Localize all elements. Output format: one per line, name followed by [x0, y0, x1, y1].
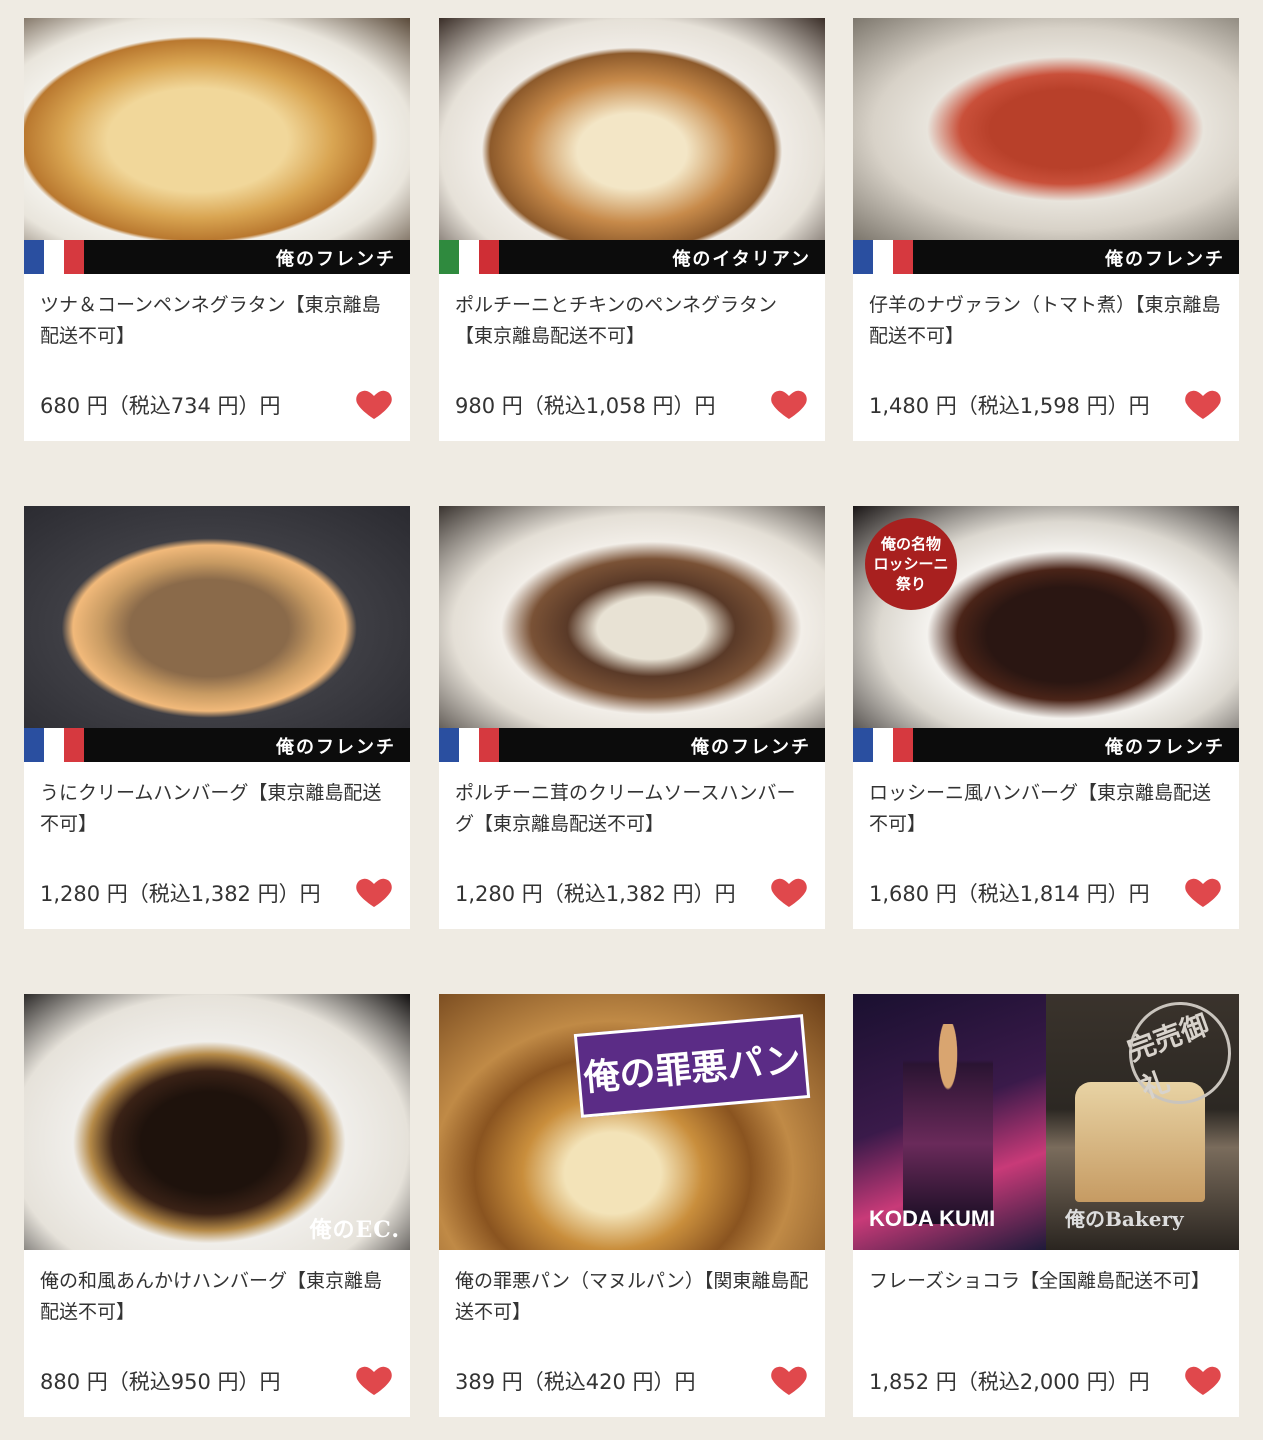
- product-price: 1,480 円（税込1,598 円）円: [869, 394, 1150, 418]
- product-card[interactable]: 俺の罪悪パン 俺の罪悪パン（マヌルパン）【関東離島配送不可】 389 円（税込4…: [439, 994, 825, 1417]
- product-price: 980 円（税込1,058 円）円: [455, 394, 716, 418]
- singer-photo: [903, 1024, 993, 1224]
- product-card[interactable]: 俺のフレンチ ポルチーニ茸のクリームソースハンバーグ【東京離島配送不可】 1,2…: [439, 506, 825, 929]
- product-image[interactable]: 俺のフレンチ: [24, 506, 410, 762]
- product-image[interactable]: 俺のフレンチ: [24, 18, 410, 274]
- product-name[interactable]: 仔羊のナヴァラン（トマト煮）【東京離島配送不可】: [869, 290, 1223, 352]
- product-name[interactable]: ロッシーニ風ハンバーグ【東京離島配送不可】: [869, 778, 1223, 840]
- france-flag-icon: [853, 240, 913, 274]
- brand-label: 俺のフレンチ: [1105, 249, 1225, 270]
- bakery-caption: 俺のBakery: [1065, 1207, 1184, 1231]
- product-image[interactable]: 俺の罪悪パン: [439, 994, 825, 1250]
- heart-icon[interactable]: [769, 872, 809, 912]
- product-card[interactable]: 俺のフレンチ 仔羊のナヴァラン（トマト煮）【東京離島配送不可】 1,480 円（…: [853, 18, 1239, 441]
- product-card[interactable]: 俺のフレンチ うにクリームハンバーグ【東京離島配送不可】 1,280 円（税込1…: [24, 506, 410, 929]
- heart-icon[interactable]: [1183, 1360, 1223, 1400]
- product-card[interactable]: 完売御礼 KODA KUMI 俺のBakery フレーズショコラ【全国離島配送不…: [853, 994, 1239, 1417]
- product-card[interactable]: 俺のイタリアン ポルチーニとチキンのペンネグラタン【東京離島配送不可】 980 …: [439, 18, 825, 441]
- heart-icon[interactable]: [354, 872, 394, 912]
- product-price: 1,680 円（税込1,814 円）円: [869, 882, 1150, 906]
- france-flag-icon: [24, 240, 84, 274]
- product-name[interactable]: ポルチーニとチキンのペンネグラタン【東京離島配送不可】: [455, 290, 809, 352]
- festival-badge: 俺の名物 ロッシーニ 祭り: [865, 518, 957, 610]
- france-flag-icon: [853, 728, 913, 762]
- product-image[interactable]: 俺のフレンチ: [853, 18, 1239, 274]
- brand-label: 俺のフレンチ: [276, 737, 396, 758]
- product-name[interactable]: 俺の罪悪パン（マヌルパン）【関東離島配送不可】: [455, 1266, 809, 1328]
- heart-icon[interactable]: [1183, 384, 1223, 424]
- heart-icon[interactable]: [354, 384, 394, 424]
- heart-icon[interactable]: [769, 384, 809, 424]
- brand-label: 俺のイタリアン: [672, 249, 811, 270]
- product-image[interactable]: 俺のフレンチ: [439, 506, 825, 762]
- product-image[interactable]: 完売御礼 KODA KUMI 俺のBakery: [853, 994, 1239, 1250]
- france-flag-icon: [24, 728, 84, 762]
- product-price: 1,280 円（税込1,382 円）円: [40, 882, 321, 906]
- product-price: 680 円（税込734 円）円: [40, 394, 281, 418]
- product-image[interactable]: 俺のEC.: [24, 994, 410, 1250]
- product-name[interactable]: うにクリームハンバーグ【東京離島配送不可】: [40, 778, 394, 840]
- brand-label: 俺のEC.: [309, 1217, 400, 1243]
- product-image[interactable]: 俺の名物 ロッシーニ 祭り 俺のフレンチ: [853, 506, 1239, 762]
- product-price: 880 円（税込950 円）円: [40, 1370, 281, 1394]
- brand-label: 俺のフレンチ: [276, 249, 396, 270]
- product-price: 1,852 円（税込2,000 円）円: [869, 1370, 1150, 1394]
- koda-caption: KODA KUMI: [869, 1206, 996, 1231]
- product-grid: 俺のフレンチ ツナ＆コーンペンネグラタン【東京離島配送不可】 680 円（税込7…: [0, 0, 1263, 1440]
- product-price: 389 円（税込420 円）円: [455, 1370, 696, 1394]
- italy-flag-icon: [439, 240, 499, 274]
- product-image[interactable]: 俺のイタリアン: [439, 18, 825, 274]
- brand-label: 俺のフレンチ: [1105, 737, 1225, 758]
- product-card[interactable]: 俺のEC. 俺の和風あんかけハンバーグ【東京離島配送不可】 880 円（税込95…: [24, 994, 410, 1417]
- product-card[interactable]: 俺の名物 ロッシーニ 祭り 俺のフレンチ ロッシーニ風ハンバーグ【東京離島配送不…: [853, 506, 1239, 929]
- product-card[interactable]: 俺のフレンチ ツナ＆コーンペンネグラタン【東京離島配送不可】 680 円（税込7…: [24, 18, 410, 441]
- product-name[interactable]: フレーズショコラ【全国離島配送不可】: [869, 1266, 1223, 1297]
- product-name[interactable]: ポルチーニ茸のクリームソースハンバーグ【東京離島配送不可】: [455, 778, 809, 840]
- brand-label: 俺のフレンチ: [691, 737, 811, 758]
- product-name[interactable]: 俺の和風あんかけハンバーグ【東京離島配送不可】: [40, 1266, 394, 1328]
- heart-icon[interactable]: [354, 1360, 394, 1400]
- product-name[interactable]: ツナ＆コーンペンネグラタン【東京離島配送不可】: [40, 290, 394, 352]
- heart-icon[interactable]: [769, 1360, 809, 1400]
- product-price: 1,280 円（税込1,382 円）円: [455, 882, 736, 906]
- france-flag-icon: [439, 728, 499, 762]
- heart-icon[interactable]: [1183, 872, 1223, 912]
